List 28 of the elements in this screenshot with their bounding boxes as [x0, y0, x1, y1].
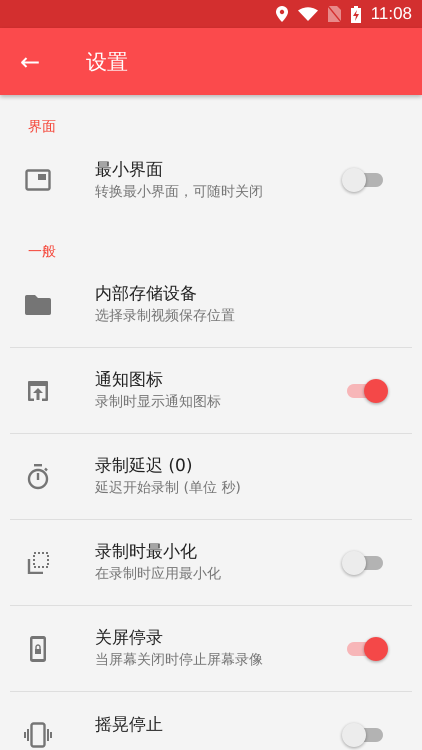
- vibration-icon: [24, 722, 52, 748]
- no-sim-icon: [328, 6, 341, 22]
- phone-lock-icon: [30, 636, 46, 662]
- setting-description: 在录制时应用最小化: [95, 565, 222, 584]
- screen-title: 设置: [86, 48, 128, 76]
- setting-title[interactable]: 关屏停录: [95, 627, 342, 649]
- section-header: 界面: [27, 118, 57, 137]
- setting-description: 选择录制视频保存位置: [95, 307, 236, 326]
- timer-icon: [26, 464, 50, 490]
- battery-charging-icon: [350, 6, 361, 22]
- setting-description: 延迟开始录制 (单位 秒): [95, 479, 242, 498]
- setting-description: 转换最小界面，可随时关闭: [95, 182, 264, 202]
- setting-title[interactable]: 录制时最小化: [95, 541, 342, 563]
- setting-description: 当屏幕关闭时停止屏幕录像: [95, 651, 264, 670]
- setting-title[interactable]: 内部存储设备: [95, 283, 412, 305]
- setting-title[interactable]: 摇晃停止: [95, 714, 342, 736]
- clock: 11:08: [370, 4, 412, 24]
- folder-icon: [25, 294, 51, 314]
- dashed-square-icon: [27, 552, 49, 574]
- setting-title[interactable]: 最小界面: [95, 158, 342, 180]
- notification-icon: [27, 380, 49, 402]
- setting-title[interactable]: 通知图标: [95, 369, 342, 391]
- section-header: 一般: [27, 243, 57, 262]
- setting-title[interactable]: 录制延迟 (0): [95, 455, 412, 477]
- picture-in-picture-icon: [25, 169, 51, 191]
- setting-description: 录制时显示通知图标: [95, 393, 222, 412]
- wifi-icon: [298, 7, 318, 21]
- location-icon: [276, 6, 288, 22]
